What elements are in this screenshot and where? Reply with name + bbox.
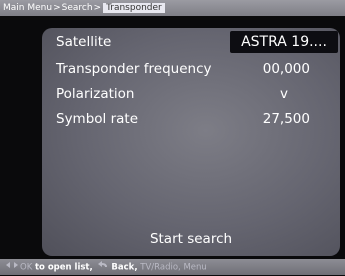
polarization-value[interactable]: v [280, 86, 288, 102]
back-arrow-icon [97, 259, 109, 275]
tv-radio-hint: TV/Radio, [140, 262, 181, 273]
satellite-row[interactable]: Satellite ASTRA 19.... [42, 31, 340, 53]
breadcrumb-separator: > [93, 3, 102, 13]
symbol-rate-label: Symbol rate [56, 111, 139, 127]
polarization-label: Polarization [56, 86, 135, 102]
symbol-rate-value[interactable]: 27,500 [263, 111, 310, 127]
transponder-frequency-value[interactable]: 00,000 [263, 61, 310, 77]
navigation-arrows-icon [6, 259, 18, 275]
polarization-row[interactable]: Polarization v [42, 83, 340, 105]
menu-hint: Menu [183, 262, 207, 273]
help-bar: OK to open list, Back, TV/Radio, Menu [0, 259, 345, 275]
breadcrumb-main-menu[interactable]: Main Menu [3, 3, 52, 13]
breadcrumb-separator: > [53, 3, 61, 13]
transponder-menu-panel: Satellite ASTRA 19.... Transponder frequ… [42, 28, 340, 256]
transponder-frequency-label: Transponder frequency [56, 61, 212, 77]
breadcrumb-transponder: Transponder [103, 3, 165, 13]
open-list-hint: to open list, [34, 262, 93, 273]
transponder-frequency-row[interactable]: Transponder frequency 00,000 [42, 58, 340, 80]
ok-key-label: OK [20, 262, 33, 273]
satellite-value[interactable]: ASTRA 19.... [230, 31, 338, 53]
start-search-button[interactable]: Start search [42, 231, 340, 247]
breadcrumb-search[interactable]: Search [62, 3, 93, 13]
back-hint: Back, [111, 262, 138, 273]
symbol-rate-row[interactable]: Symbol rate 27,500 [42, 108, 340, 130]
satellite-label: Satellite [56, 34, 112, 50]
breadcrumb: Main Menu>Search> Transponder [0, 0, 345, 16]
